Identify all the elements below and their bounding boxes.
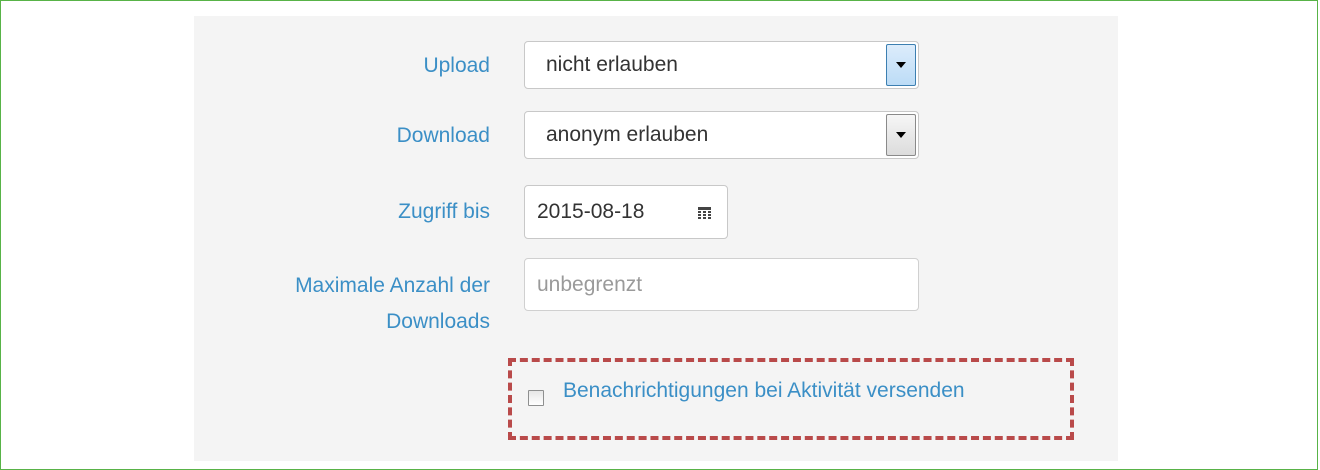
upload-label: Upload: [423, 54, 490, 77]
max-downloads-label-line2: Downloads: [386, 310, 490, 333]
download-select-value: anonym erlauben: [546, 123, 709, 146]
upload-select[interactable]: nicht erlauben: [524, 41, 919, 89]
notifications-label[interactable]: Benachrichtigungen bei Aktivität versend…: [563, 375, 965, 407]
max-downloads-label-line1: Maximale Anzahl der: [295, 274, 490, 297]
download-label: Download: [396, 124, 490, 147]
chevron-down-icon: [896, 132, 906, 138]
max-downloads-input[interactable]: [524, 258, 919, 311]
upload-dropdown-button[interactable]: [886, 44, 916, 86]
access-until-date-field[interactable]: 2015-08-18: [524, 185, 728, 239]
upload-select-value: nicht erlauben: [546, 53, 678, 76]
chevron-down-icon: [896, 62, 906, 68]
access-until-value: 2015-08-18: [537, 200, 645, 223]
notifications-checkbox[interactable]: [528, 390, 544, 406]
download-dropdown-button[interactable]: [886, 114, 916, 156]
access-until-label: Zugriff bis: [398, 200, 490, 223]
calendar-icon[interactable]: [698, 207, 711, 219]
download-select[interactable]: anonym erlauben: [524, 111, 919, 159]
